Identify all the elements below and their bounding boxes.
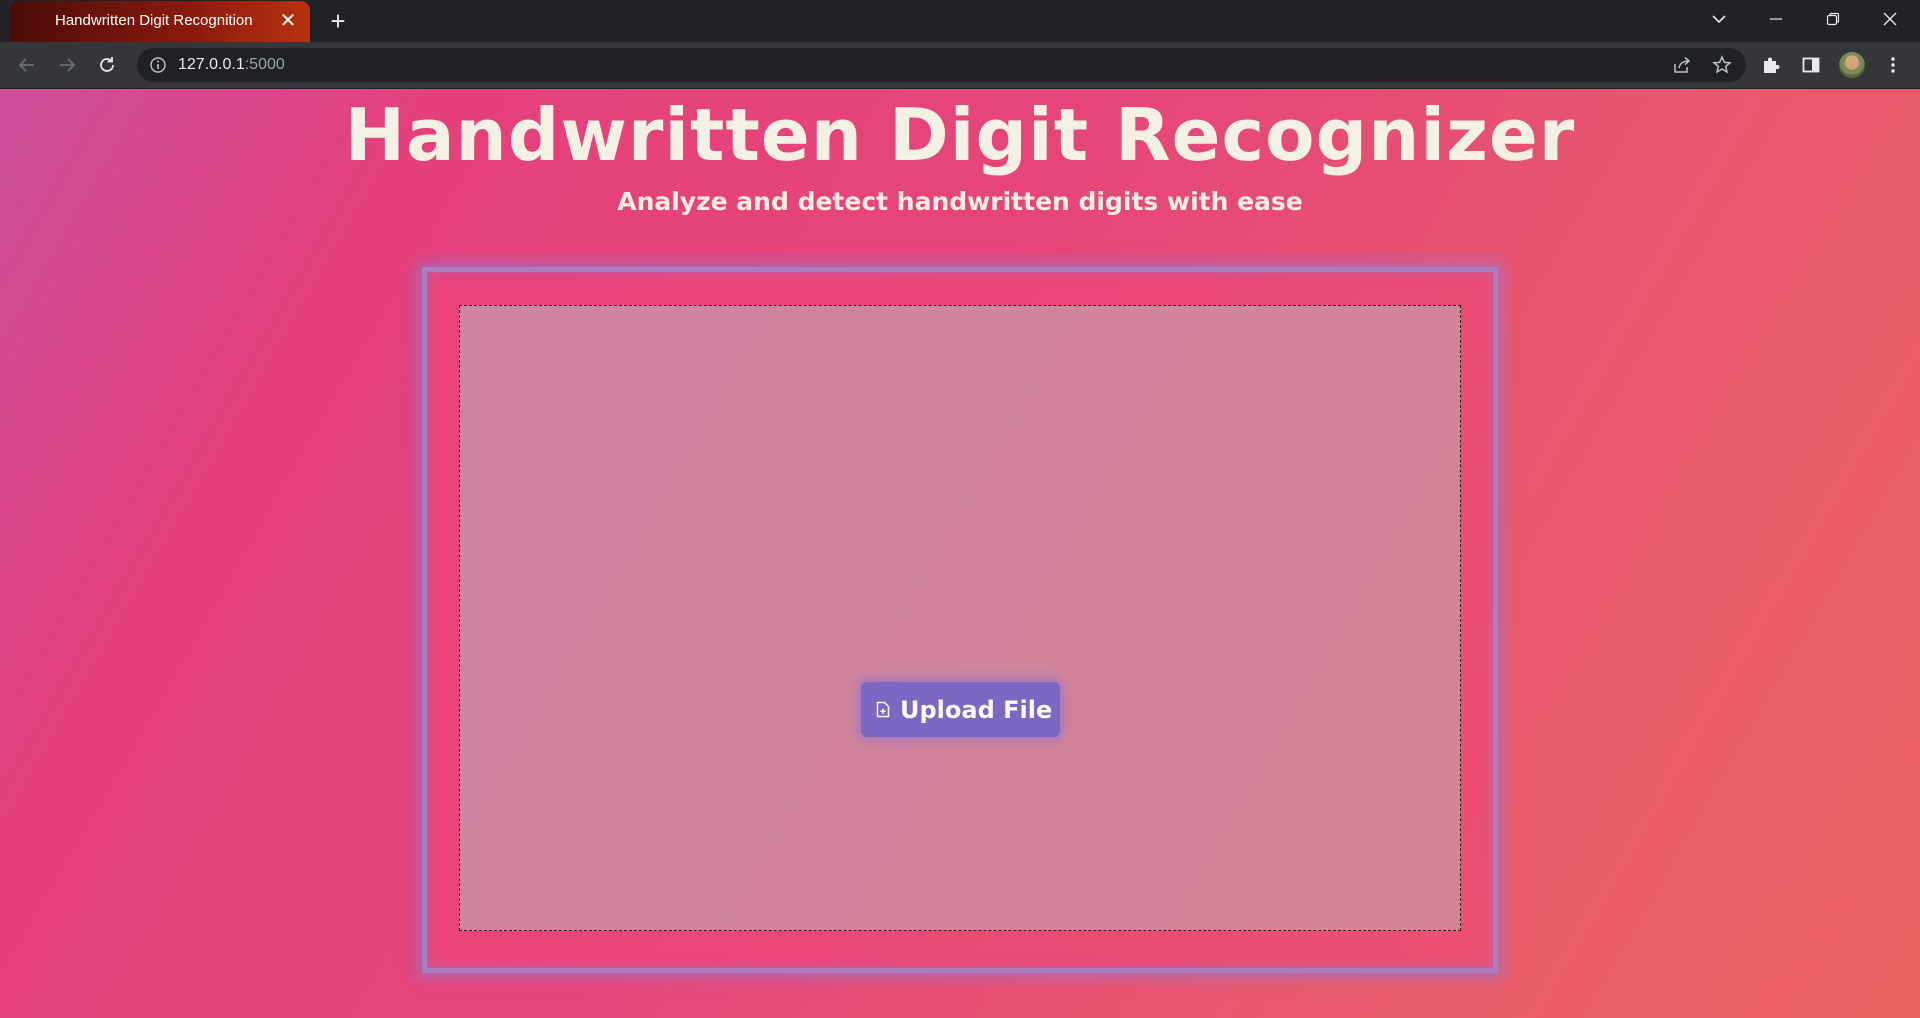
upload-file-button[interactable]: Upload File [861,682,1060,737]
upload-card [422,267,1498,973]
page-viewport: Handwritten Digit Recognizer Analyze and… [0,89,1920,1018]
url-host: 127.0.0.1 [178,56,245,73]
tab-close-button[interactable]: ✕ [276,9,300,33]
restore-icon [1826,12,1840,26]
chevron-down-icon [1712,15,1726,24]
upload-file-label: Upload File [900,695,1053,724]
browser-window: Handwritten Digit Recognition ✕ + 127.0.… [0,0,1920,1018]
drop-zone[interactable] [459,305,1461,931]
avatar[interactable] [1839,52,1865,78]
tab-title: Handwritten Digit Recognition [55,12,253,29]
extensions-button[interactable] [1757,51,1785,79]
reload-button[interactable] [93,51,121,79]
minimize-icon [1770,18,1782,20]
file-plus-icon [875,701,891,719]
share-button[interactable] [1671,54,1693,76]
bookmark-button[interactable] [1711,54,1733,76]
url-port: :5000 [244,56,285,73]
menu-button[interactable] [1879,51,1907,79]
share-icon [1674,56,1691,73]
side-panel-icon [1802,57,1820,73]
back-button[interactable] [13,51,41,79]
new-tab-button[interactable]: + [325,8,351,34]
address-bar[interactable]: 127.0.0.1:5000 [137,48,1746,82]
kebab-menu-icon [1891,57,1895,73]
side-panel-button[interactable] [1797,51,1825,79]
close-window-button[interactable] [1862,0,1918,38]
url-text[interactable]: 127.0.0.1:5000 [178,56,285,74]
tab-strip: Handwritten Digit Recognition ✕ + [0,0,1920,42]
forward-arrow-icon [60,58,76,72]
restore-button[interactable] [1805,0,1861,38]
browser-toolbar: 127.0.0.1:5000 [0,42,1920,89]
page-title: Handwritten Digit Recognizer [344,93,1576,177]
forward-button[interactable] [53,51,81,79]
reload-icon [100,57,114,72]
tab-active[interactable]: Handwritten Digit Recognition ✕ [10,1,310,42]
minimize-button[interactable] [1748,0,1804,38]
info-icon[interactable] [149,56,167,74]
close-icon [1883,12,1897,26]
tab-search-button[interactable] [1691,0,1747,38]
puzzle-icon [1764,57,1780,73]
page-subtitle: Analyze and detect handwritten digits wi… [617,187,1303,216]
back-arrow-icon [18,58,34,72]
star-icon [1712,55,1732,74]
